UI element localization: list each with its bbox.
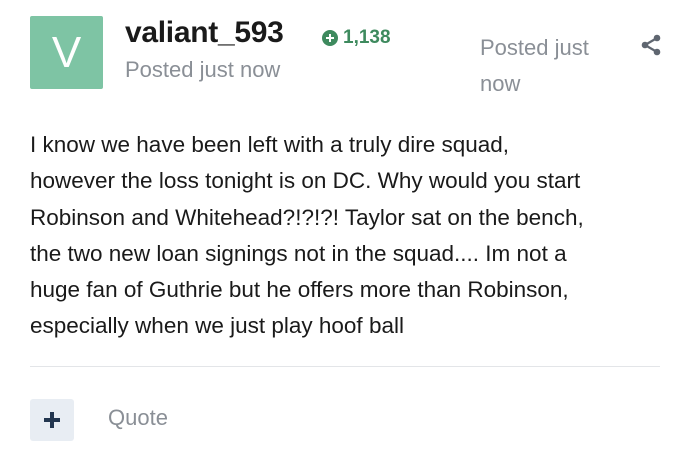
divider (30, 366, 660, 367)
reputation-count: 1,138 (343, 27, 391, 48)
reaction-button[interactable] (30, 399, 74, 441)
reputation-badge[interactable]: 1,138 (322, 27, 391, 49)
posted-time: Posted just now (125, 57, 281, 82)
plus-circle-icon (322, 30, 338, 46)
username-link[interactable]: valiant_593 (125, 16, 284, 50)
avatar[interactable]: V (30, 16, 103, 89)
post-body: I know we have been left with a truly di… (30, 132, 584, 339)
avatar-letter: V (51, 27, 82, 77)
share-icon[interactable] (639, 33, 663, 57)
plus-icon (44, 412, 60, 428)
forum-post: V valiant_593 1,138 Posted just now Post… (0, 0, 690, 468)
quote-button[interactable]: Quote (108, 405, 168, 431)
post-date-link[interactable]: Posted just now (480, 30, 620, 102)
